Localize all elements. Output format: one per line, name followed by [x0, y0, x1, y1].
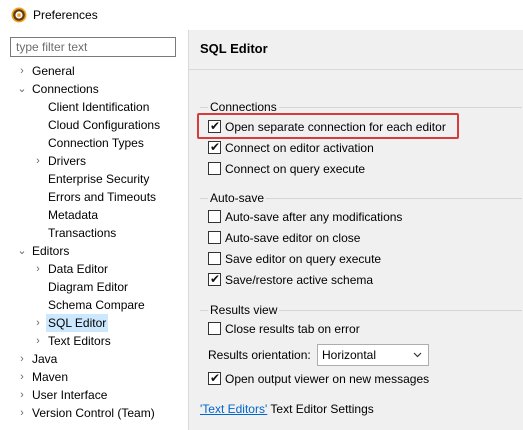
- chevron-down-icon[interactable]: ⌄: [16, 242, 28, 260]
- checkbox-box[interactable]: [208, 162, 221, 175]
- results-orientation-value: Horizontal: [322, 348, 377, 362]
- check-mark-icon: ✔: [210, 140, 221, 154]
- results-orientation-select[interactable]: Horizontal: [317, 344, 429, 366]
- results-view-group-label: Results view: [208, 303, 280, 317]
- chevron-right-icon[interactable]: ›: [32, 314, 44, 332]
- chevron-right-icon[interactable]: ›: [16, 368, 28, 386]
- sql-editor-page: SQL Editor Connections ✔ Open separate c…: [189, 30, 523, 430]
- page-title: SQL Editor: [200, 41, 268, 56]
- filter-input[interactable]: [10, 37, 176, 57]
- check-mark-icon: ✔: [210, 371, 221, 385]
- results-orientation-label: Results orientation:: [208, 348, 311, 362]
- chevron-down-icon: [413, 352, 422, 358]
- text-editors-link[interactable]: 'Text Editors': [200, 402, 267, 416]
- text-editors-link-row: 'Text Editors' Text Editor Settings: [200, 400, 374, 418]
- chevron-right-icon[interactable]: ›: [16, 62, 28, 80]
- checkbox-box[interactable]: [208, 210, 221, 223]
- chevron-right-icon[interactable]: ›: [16, 386, 28, 404]
- check-mark-icon: ✔: [210, 272, 221, 286]
- text-editors-link-suffix: Text Editor Settings: [267, 402, 374, 416]
- eclipse-gear-icon: [11, 7, 27, 23]
- preferences-window: Preferences › General ⌄ Connections Clie…: [0, 0, 523, 430]
- connections-group-label: Connections: [208, 100, 279, 114]
- highlight-annotation: [197, 113, 459, 139]
- checkbox-box[interactable]: ✔: [208, 371, 221, 385]
- chevron-right-icon[interactable]: ›: [16, 350, 28, 368]
- preference-tree-pane: › General ⌄ Connections Client Identific…: [0, 30, 188, 430]
- checkbox-box[interactable]: ✔: [208, 272, 221, 286]
- autosave-group-label: Auto-save: [208, 191, 267, 205]
- window-title: Preferences: [33, 8, 98, 22]
- title-separator: [189, 69, 523, 70]
- chevron-right-icon[interactable]: ›: [32, 332, 44, 350]
- chevron-down-icon[interactable]: ⌄: [16, 80, 28, 98]
- chevron-right-icon[interactable]: ›: [32, 152, 44, 170]
- chevron-right-icon[interactable]: ›: [16, 404, 28, 422]
- checkbox-box[interactable]: ✔: [208, 140, 221, 154]
- title-bar: Preferences: [0, 0, 523, 30]
- checkbox-box[interactable]: [208, 322, 221, 335]
- checkbox-box[interactable]: [208, 252, 221, 265]
- chevron-right-icon[interactable]: ›: [32, 260, 44, 278]
- checkbox-box[interactable]: [208, 231, 221, 244]
